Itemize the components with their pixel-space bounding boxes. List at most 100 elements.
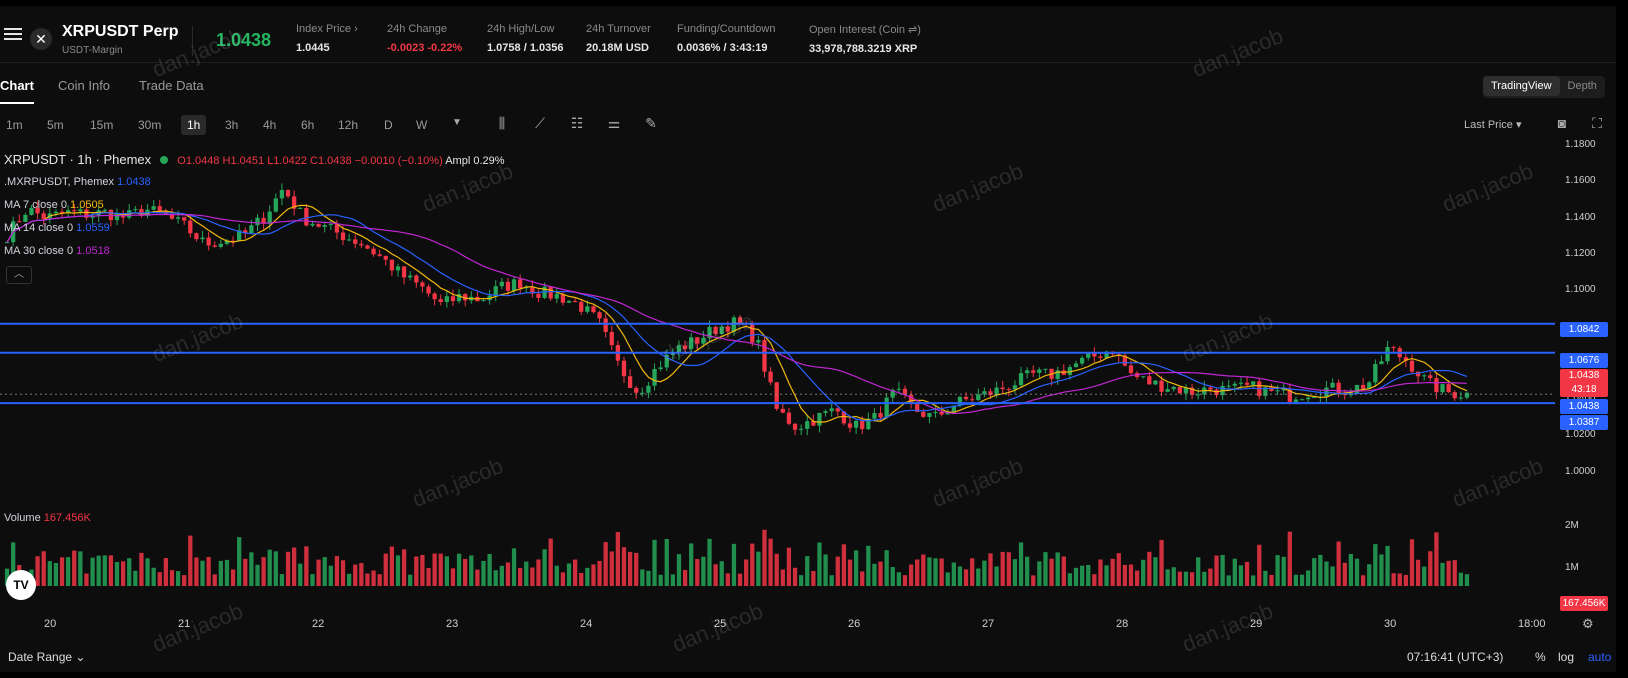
stat-value: 33,978,788.3219 XRP [809, 43, 918, 55]
tab-tradingview[interactable]: TradingView [1483, 76, 1560, 96]
active-tab-indicator [0, 102, 34, 104]
volume-bar [1232, 558, 1237, 586]
divider [192, 26, 193, 56]
timeframe-6h[interactable]: 6h [301, 118, 314, 132]
volume-bar [1257, 544, 1262, 586]
timeframe-w[interactable]: W [416, 118, 427, 132]
percent-toggle[interactable]: % [1535, 650, 1546, 664]
timeframe-1m[interactable]: 1m [6, 118, 23, 132]
volume-bar [475, 569, 480, 586]
volume-bar [1409, 539, 1415, 586]
stat-value: -0.0023 -0.22% [387, 42, 463, 54]
candlestick-chart[interactable] [0, 148, 1616, 628]
volume-bar [206, 557, 211, 586]
candle-body [988, 391, 993, 396]
volume-bar [1238, 565, 1244, 586]
volume-bar [456, 553, 462, 586]
candlestick-type-icon[interactable]: ⫼ [493, 114, 511, 132]
volume-bar [884, 550, 889, 586]
timeframe-15m[interactable]: 15m [90, 118, 113, 132]
candle-body [713, 326, 718, 334]
volume-bar [1299, 574, 1305, 586]
volume-bar [426, 567, 431, 586]
volume-bar [292, 547, 297, 586]
candle-body [1360, 384, 1366, 389]
volume-bar [634, 552, 639, 586]
candle-body [536, 293, 541, 298]
layout-icon[interactable]: ☷ [568, 114, 586, 132]
candle-body [939, 412, 944, 415]
tab-coin-info[interactable]: Coin Info [58, 78, 110, 93]
volume-bar [774, 553, 779, 586]
volume-bar [548, 538, 553, 586]
candle-body [182, 217, 187, 221]
symbol-title[interactable]: XRPUSDT Perp [62, 23, 178, 41]
tab-depth[interactable]: Depth [1560, 76, 1605, 96]
time-axis-label: 25 [714, 618, 727, 630]
volume-bar [188, 535, 193, 586]
ma7-line [6, 204, 1468, 423]
candle-body [921, 411, 926, 417]
candle-body [212, 245, 217, 247]
price-axis-label: 1.1600 [1565, 175, 1596, 187]
settings-sliders-icon[interactable]: ⚌ [605, 114, 623, 132]
candle-body [701, 337, 706, 344]
candle-body [41, 213, 46, 219]
timeframe-4h[interactable]: 4h [263, 118, 276, 132]
timeframe-30m[interactable]: 30m [138, 118, 161, 132]
collapse-legend-button[interactable]: ︿ [6, 266, 32, 284]
price-type-dropdown[interactable]: Last Price ▾ [1464, 118, 1522, 131]
candle-body [1079, 357, 1085, 364]
volume-bar [1428, 551, 1433, 586]
timeframe-5m[interactable]: 5m [47, 118, 64, 132]
volume-bar [328, 565, 333, 586]
volume-bar [652, 539, 657, 586]
auto-toggle[interactable]: auto [1588, 650, 1611, 664]
volume-bar [1415, 559, 1421, 586]
price-axis-label: 1.1000 [1565, 284, 1596, 296]
timeframe-3h[interactable]: 3h [225, 118, 238, 132]
candle-body [585, 306, 590, 312]
volume-bar [768, 538, 773, 586]
candle-body [4, 242, 10, 244]
candle-body [591, 306, 596, 313]
timeframe-1h[interactable]: 1h [181, 115, 207, 135]
volume-bar [200, 560, 205, 586]
axis-settings-icon[interactable]: ⚙ [1582, 616, 1594, 632]
volume-bar [1281, 556, 1286, 586]
fullscreen-icon[interactable]: ⛶ [1588, 114, 1606, 132]
timeframe-dropdown-icon[interactable]: ▼ [448, 114, 466, 132]
candle-body [1232, 383, 1237, 386]
candle-body [206, 237, 211, 246]
volume-bar [866, 545, 871, 586]
timeframe-12h[interactable]: 12h [338, 118, 358, 132]
candle-body [365, 245, 370, 249]
volume-bar [249, 552, 254, 586]
stat-index-price[interactable]: Index Price › 1.0445 [296, 23, 358, 54]
legend-ma14-value: 1.0559 [76, 222, 110, 234]
log-toggle[interactable]: log [1558, 650, 1574, 664]
volume-bar [915, 559, 920, 586]
drawing-tools-icon[interactable]: ✎ [642, 114, 660, 132]
volume-bar [1104, 565, 1109, 586]
timeframe-d[interactable]: D [384, 118, 393, 132]
volume-bar [1348, 553, 1354, 586]
candle-body [383, 255, 388, 260]
date-range-button[interactable]: Date Range ⌄ [8, 650, 85, 664]
hamburger-menu-icon[interactable] [4, 28, 22, 42]
screenshot-icon[interactable]: ◙ [1553, 114, 1571, 132]
volume-bar [1055, 552, 1060, 586]
volume-bar [566, 563, 572, 586]
tab-chart[interactable]: Chart [0, 78, 34, 93]
candle-body [1244, 382, 1250, 385]
volume-bar [1305, 570, 1311, 586]
tab-trade-data[interactable]: Trade Data [139, 78, 204, 93]
volume-bar [273, 551, 278, 586]
stat-open-interest[interactable]: Open Interest (Coin ⇌) 33,978,788.3219 XR… [809, 23, 921, 55]
close-icon[interactable]: ✕ [30, 28, 52, 50]
candle-body [273, 198, 278, 212]
candle-body [1000, 387, 1005, 390]
legend-high: H1.0451 [222, 155, 265, 167]
indicators-icon[interactable]: ⟋ [531, 114, 549, 132]
candle-body [389, 259, 395, 271]
